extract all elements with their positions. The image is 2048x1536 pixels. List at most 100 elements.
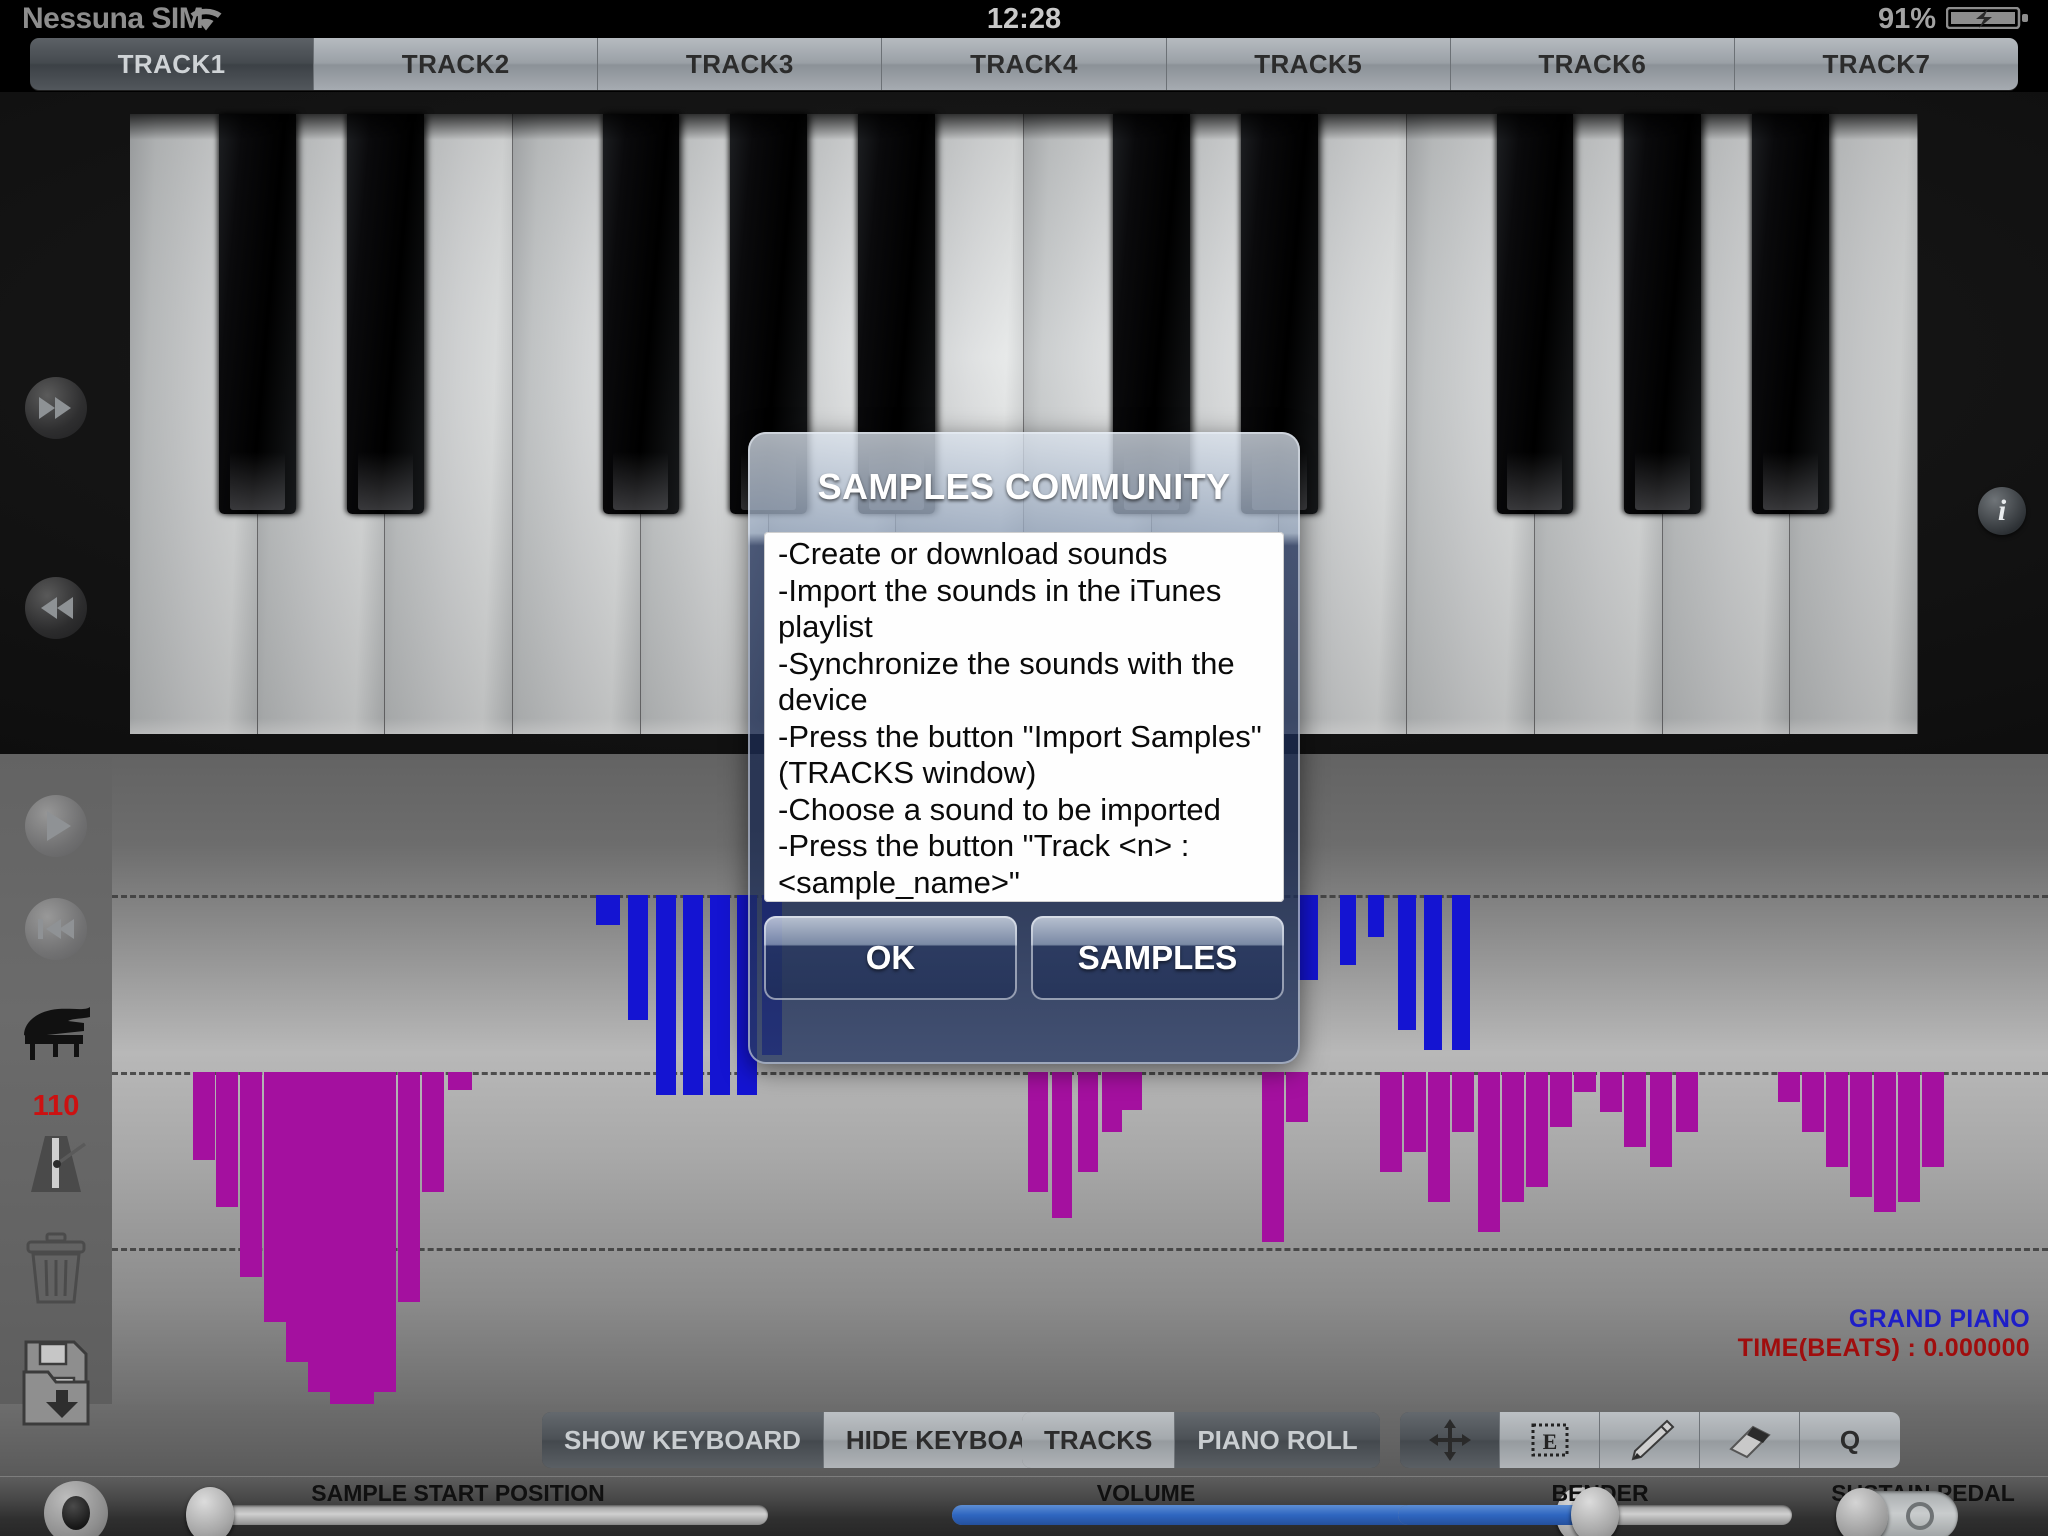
show-keyboard-button[interactable]: SHOW KEYBOARD: [542, 1412, 824, 1468]
move-tool-icon[interactable]: [1400, 1412, 1500, 1468]
black-key[interactable]: [219, 114, 297, 514]
tab-track3[interactable]: TRACK3: [598, 38, 883, 90]
piano-roll-note[interactable]: [374, 1072, 396, 1392]
black-key[interactable]: [602, 114, 680, 514]
piano-roll-note[interactable]: [422, 1072, 444, 1192]
piano-roll-note[interactable]: [1452, 1072, 1474, 1132]
toggle-knob[interactable]: [1836, 1488, 1888, 1536]
piano-roll-note[interactable]: [1052, 1072, 1072, 1218]
piano-roll-note[interactable]: [1298, 895, 1318, 980]
piano-roll-note[interactable]: [1404, 1072, 1426, 1152]
piano-roll-note[interactable]: [1778, 1072, 1800, 1102]
trash-icon[interactable]: [0, 1226, 112, 1312]
sample-start-position-slider-knob[interactable]: [186, 1487, 234, 1536]
info-icon[interactable]: i: [1978, 487, 2026, 535]
select-tool-icon[interactable]: E: [1500, 1412, 1600, 1468]
piano-roll-note[interactable]: [656, 895, 676, 1095]
black-key[interactable]: [1751, 114, 1829, 514]
tool-group[interactable]: E Q: [1400, 1412, 1900, 1468]
piano-roll-note[interactable]: [1286, 1072, 1308, 1122]
tab-track1[interactable]: TRACK1: [30, 38, 315, 90]
tab-track5[interactable]: TRACK5: [1166, 38, 1451, 90]
piano-roll-note[interactable]: [330, 1072, 352, 1404]
folder-download-icon[interactable]: [0, 1355, 112, 1441]
piano-roll-note[interactable]: [596, 895, 620, 925]
bender-slider-knob[interactable]: [1571, 1487, 1619, 1536]
play-icon[interactable]: [0, 786, 112, 866]
piano-roll-note[interactable]: [683, 895, 703, 1095]
piano-roll-note[interactable]: [448, 1072, 472, 1090]
time-beats-label: TIME(BEATS) : 0.000000: [1737, 1334, 2030, 1362]
tab-track2[interactable]: TRACK2: [314, 38, 599, 90]
piano-roll-note[interactable]: [1102, 1072, 1122, 1132]
piano-roll-note[interactable]: [1380, 1072, 1402, 1172]
piano-roll-note[interactable]: [710, 895, 730, 1095]
sustain-pedal-toggle[interactable]: [1836, 1488, 1958, 1536]
roll-sidebar[interactable]: 110: [0, 754, 112, 1426]
piano-roll-note[interactable]: [1850, 1072, 1872, 1197]
piano-roll-note[interactable]: [1368, 895, 1384, 937]
volume-label: VOLUME: [1096, 1480, 1196, 1506]
tab-track4[interactable]: TRACK4: [882, 38, 1167, 90]
rewind-to-start-icon[interactable]: [0, 889, 112, 969]
piano-roll-note[interactable]: [286, 1072, 308, 1362]
rewind-icon[interactable]: [25, 577, 87, 639]
piano-roll-note[interactable]: [1550, 1072, 1572, 1127]
piano-roll-note[interactable]: [264, 1072, 286, 1322]
piano-roll-note[interactable]: [1028, 1072, 1048, 1192]
piano-roll-note[interactable]: [1526, 1072, 1548, 1187]
sample-start-position-slider-track[interactable]: [186, 1505, 768, 1525]
piano-roll-note[interactable]: [193, 1072, 215, 1160]
piano-roll-note[interactable]: [1922, 1072, 1944, 1167]
piano-roll-note[interactable]: [398, 1072, 420, 1302]
tab-track7[interactable]: TRACK7: [1734, 38, 2018, 90]
pencil-tool-icon[interactable]: [1600, 1412, 1700, 1468]
eraser-tool-icon[interactable]: [1700, 1412, 1800, 1468]
piano-roll-note[interactable]: [1398, 895, 1416, 1030]
piano-roll-note[interactable]: [308, 1072, 330, 1392]
piano-roll-note[interactable]: [1624, 1072, 1646, 1147]
battery-charging-icon: [1945, 6, 2030, 30]
piano-roll-note[interactable]: [1478, 1072, 1500, 1232]
keyboard-toggle-group[interactable]: SHOW KEYBOARD HIDE KEYBOARD: [542, 1412, 1087, 1468]
tab-label: TRACK7: [1822, 48, 1931, 79]
piano-roll-note[interactable]: [1600, 1072, 1622, 1112]
piano-roll-button[interactable]: PIANO ROLL: [1175, 1412, 1380, 1468]
piano-roll-note[interactable]: [1262, 1072, 1284, 1242]
piano-roll-note[interactable]: [1340, 895, 1356, 965]
piano-roll-note[interactable]: [1424, 895, 1442, 1050]
piano-roll-note[interactable]: [240, 1072, 262, 1277]
piano-roll-note[interactable]: [1452, 895, 1470, 1050]
track-tab-bar[interactable]: TRACK1 TRACK2 TRACK3 TRACK4 TRACK5 TRACK…: [30, 38, 2018, 90]
piano-roll-note[interactable]: [1898, 1072, 1920, 1202]
record-button-icon[interactable]: [44, 1481, 108, 1536]
piano-roll-note[interactable]: [1826, 1072, 1848, 1167]
piano-roll-note[interactable]: [352, 1072, 374, 1404]
grand-piano-icon[interactable]: [0, 992, 112, 1072]
piano-roll-note[interactable]: [1676, 1072, 1698, 1132]
tracks-button[interactable]: TRACKS: [1022, 1412, 1176, 1468]
piano-roll-note[interactable]: [1078, 1072, 1098, 1172]
piano-roll-note[interactable]: [1428, 1072, 1450, 1202]
roll-info: GRAND PIANO TIME(BEATS) : 0.000000: [1738, 1305, 2030, 1363]
bpm-value[interactable]: 110: [0, 1090, 112, 1123]
ok-button[interactable]: OK: [764, 916, 1017, 1000]
quantize-tool-button[interactable]: Q: [1800, 1412, 1900, 1468]
black-key[interactable]: [1496, 114, 1574, 514]
tab-track6[interactable]: TRACK6: [1450, 38, 1735, 90]
piano-roll-note[interactable]: [1650, 1072, 1672, 1167]
fast-forward-icon[interactable]: [25, 377, 87, 439]
piano-roll-note[interactable]: [1502, 1072, 1524, 1202]
piano-roll-note[interactable]: [1574, 1072, 1596, 1092]
piano-roll-note[interactable]: [1122, 1072, 1142, 1110]
piano-roll-note[interactable]: [1874, 1072, 1896, 1212]
metronome-icon[interactable]: [0, 1122, 112, 1208]
dialog-body[interactable]: -Create or download sounds -Import the so…: [764, 532, 1284, 902]
view-toggle-group[interactable]: TRACKS PIANO ROLL: [1022, 1412, 1380, 1468]
samples-button[interactable]: SAMPLES: [1031, 916, 1284, 1000]
piano-roll-note[interactable]: [628, 895, 648, 1020]
piano-roll-note[interactable]: [1802, 1072, 1824, 1132]
piano-roll-note[interactable]: [216, 1072, 238, 1207]
black-key[interactable]: [347, 114, 424, 514]
black-key[interactable]: [1624, 114, 1701, 514]
